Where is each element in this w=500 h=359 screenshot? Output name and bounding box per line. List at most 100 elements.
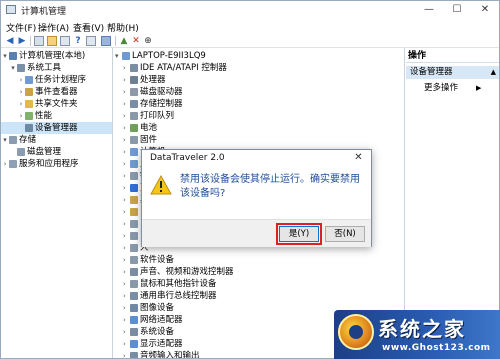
tree-item-label: 存储 xyxy=(19,135,37,145)
tree-item-shared-folders[interactable]: › 共享文件夹 xyxy=(1,98,112,110)
expand-arrow-icon[interactable]: › xyxy=(123,326,129,338)
device-category-label: IDE ATA/ATAPI 控制器 xyxy=(140,63,227,73)
minimize-button[interactable]: — xyxy=(415,1,443,19)
device-category-icon xyxy=(130,340,138,348)
expand-arrow-icon[interactable]: ▾ xyxy=(115,50,121,62)
device-category-label: 显示适配器 xyxy=(140,339,183,349)
menu-file[interactable]: 文件(F) xyxy=(6,21,36,34)
tree-item-event-viewer[interactable]: › 事件查看器 xyxy=(1,86,112,98)
device-category-icon xyxy=(130,220,138,228)
expand-arrow-icon[interactable]: ▾ xyxy=(10,62,16,74)
device-category-label: 通用串行总线控制器 xyxy=(140,291,217,301)
dialog-message: 禁用该设备会使其停止运行。确实要禁用该设备吗? xyxy=(180,174,360,199)
tree-item-label: 事件查看器 xyxy=(35,87,78,97)
watermark-logo-icon xyxy=(338,314,374,350)
more-actions-item[interactable]: 更多操作 ▶ xyxy=(424,82,481,94)
device-category-icon xyxy=(130,172,138,180)
folder-icon[interactable] xyxy=(47,36,57,46)
update-driver-icon[interactable]: ▲ xyxy=(119,36,129,46)
forward-arrow-icon[interactable]: ▶ xyxy=(17,36,27,46)
back-arrow-icon[interactable]: ◀ xyxy=(5,36,15,46)
device-category-label: 存储控制器 xyxy=(140,99,183,109)
expand-arrow-icon[interactable]: › xyxy=(123,242,129,254)
expand-arrow-icon[interactable]: › xyxy=(18,98,24,110)
tree-item-task-scheduler[interactable]: › 任务计划程序 xyxy=(1,74,112,86)
tree-item-performance[interactable]: › 性能 xyxy=(1,110,112,122)
expand-arrow-icon[interactable]: › xyxy=(123,146,129,158)
expand-arrow-icon[interactable]: › xyxy=(123,194,129,206)
monitor-icon[interactable] xyxy=(101,36,111,46)
expand-arrow-icon[interactable]: › xyxy=(123,206,129,218)
expand-arrow-icon[interactable]: › xyxy=(123,350,129,358)
help-icon[interactable]: ? xyxy=(73,36,83,46)
expand-arrow-icon[interactable]: › xyxy=(123,86,129,98)
clock-icon xyxy=(25,76,33,84)
computer-management-window: 计算机管理 — ☐ ✕ 文件(F) 操作(A) 查看(V) 帮助(H) ◀ ▶ … xyxy=(0,0,500,359)
expand-arrow-icon[interactable]: › xyxy=(123,290,129,302)
device-category-icon xyxy=(130,184,138,192)
expand-arrow-icon[interactable]: ▾ xyxy=(2,50,8,62)
expand-arrow-icon[interactable]: › xyxy=(123,278,129,290)
computer-management-icon xyxy=(9,52,17,60)
menu-view[interactable]: 查看(V) xyxy=(73,21,104,34)
tree-item-device-manager[interactable]: 设备管理器 xyxy=(1,122,112,134)
dialog-body: 禁用该设备会使其停止运行。确实要禁用该设备吗? xyxy=(142,167,371,219)
tree-item-storage[interactable]: ▾ 存储 xyxy=(1,134,112,146)
tree-item-services-apps[interactable]: › 服务和应用程序 xyxy=(1,158,112,170)
watermark-url: www.Ghost123.com xyxy=(382,343,491,353)
tree-item-label: 任务计划程序 xyxy=(35,75,87,85)
expand-arrow-icon[interactable]: › xyxy=(123,110,129,122)
close-button[interactable]: ✕ xyxy=(471,1,499,19)
collapse-up-icon[interactable]: ▲ xyxy=(491,66,496,79)
actions-section-device-manager[interactable]: 设备管理器 ▲ xyxy=(406,66,499,79)
menu-help[interactable]: 帮助(H) xyxy=(107,21,139,34)
device-category-icon xyxy=(130,292,138,300)
device-root-label: LAPTOP-E9II3LQ9 xyxy=(132,51,206,61)
dialog-close-button[interactable]: ✕ xyxy=(345,150,372,166)
device-category-label: 电池 xyxy=(140,123,158,133)
expand-arrow-icon[interactable]: › xyxy=(123,170,129,182)
expand-arrow-icon[interactable]: › xyxy=(2,158,8,170)
expand-arrow-icon[interactable]: › xyxy=(123,74,129,86)
expand-arrow-icon[interactable]: › xyxy=(123,338,129,350)
expand-arrow-icon[interactable]: › xyxy=(123,134,129,146)
expand-arrow-icon[interactable]: › xyxy=(123,62,129,74)
expand-arrow-icon[interactable]: › xyxy=(123,122,129,134)
disable-device-dialog: DataTraveler 2.0 ✕ 禁用该设备会使其停止运行。确实要禁用该设备… xyxy=(141,149,372,247)
expand-arrow-icon[interactable]: › xyxy=(18,74,24,86)
expand-arrow-icon[interactable]: › xyxy=(123,254,129,266)
expand-arrow-icon[interactable]: › xyxy=(123,314,129,326)
expand-arrow-icon[interactable]: › xyxy=(123,158,129,170)
expand-arrow-icon[interactable]: › xyxy=(18,86,24,98)
tree-item-label: 系统工具 xyxy=(27,63,62,73)
device-category-icon xyxy=(130,208,138,216)
no-button[interactable]: 否(N) xyxy=(325,226,365,242)
tree-item-disk-management[interactable]: 磁盘管理 xyxy=(1,146,112,158)
uninstall-icon[interactable]: ✕ xyxy=(131,36,141,46)
chevron-right-icon: ▶ xyxy=(476,84,482,92)
tree-item-label: 设备管理器 xyxy=(35,123,78,133)
yes-button[interactable]: 是(Y) xyxy=(276,223,322,245)
expand-arrow-icon[interactable]: › xyxy=(123,218,129,230)
expand-arrow-icon[interactable]: › xyxy=(123,98,129,110)
expand-arrow-icon[interactable]: › xyxy=(123,182,129,194)
tree-item-label: 共享文件夹 xyxy=(35,99,78,109)
toolbar-separator xyxy=(115,36,116,46)
expand-arrow-icon[interactable]: › xyxy=(18,110,24,122)
expand-arrow-icon[interactable]: › xyxy=(123,302,129,314)
watermark: 系统之家 www.Ghost123.com xyxy=(334,310,500,359)
maximize-button[interactable]: ☐ xyxy=(443,1,471,19)
device-category-label: 网络适配器 xyxy=(140,315,183,325)
expand-arrow-icon[interactable]: › xyxy=(123,266,129,278)
storage-icon xyxy=(9,136,17,144)
list-view-icon[interactable] xyxy=(60,36,70,46)
console-tree-icon[interactable] xyxy=(34,36,44,46)
disk-icon xyxy=(17,148,25,156)
tree-item-computer-management[interactable]: ▾ 计算机管理(本地) xyxy=(1,50,112,62)
menu-action[interactable]: 操作(A) xyxy=(38,21,69,34)
properties-icon[interactable] xyxy=(86,36,96,46)
expand-arrow-icon[interactable]: › xyxy=(123,230,129,242)
tree-item-system-tools[interactable]: ▾ 系统工具 xyxy=(1,62,112,74)
expand-arrow-icon[interactable]: ▾ xyxy=(2,134,8,146)
disable-device-icon[interactable]: ⊕ xyxy=(143,36,153,46)
